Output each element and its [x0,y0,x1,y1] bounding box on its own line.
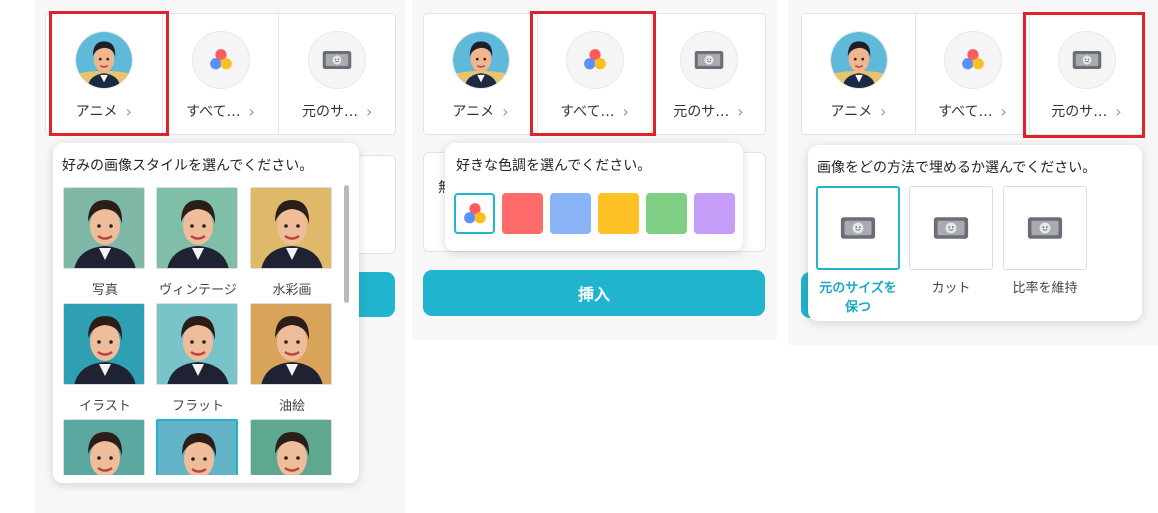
color-popup: 好きな色調を選んでください。 [445,143,743,251]
tab-anime-label: アニメ [452,104,495,120]
style-oil-painting[interactable]: 油絵 [250,303,334,414]
tab-original-size[interactable]: 元のサ… › [279,14,395,134]
color-palette-icon [943,31,1002,89]
photo-frame-icon [679,31,738,89]
tab-all-colors[interactable]: すべて… › [163,14,280,134]
anime-avatar-icon [74,31,133,89]
tab-anime[interactable]: アニメ › [46,14,163,134]
tab-all-colors[interactable]: すべて… › [916,14,1030,134]
anime-avatar-icon [829,31,888,89]
style-item-9[interactable] [250,419,334,475]
style-illustration[interactable]: イラスト [63,303,147,414]
insert-button[interactable]: 挿入 [423,270,765,316]
insert-button-label: 挿入 [577,285,610,304]
chevron-right-icon: › [365,101,373,121]
style-popup: 好みの画像スタイルを選んでください。 写真 ヴィンテージ 水彩画 イラスト フラ… [53,143,359,483]
fill-option-cut[interactable] [909,186,993,270]
tab-anime[interactable]: アニメ › [802,14,916,134]
style-flat-thumb [156,303,238,385]
style-vintage-label: ヴィンテージ [159,283,237,298]
tab-anime-label: アニメ [75,104,118,120]
tab-all-colors-label: すべて… [938,104,993,120]
chevron-right-icon: › [1115,101,1122,121]
tab-all-colors[interactable]: すべて… › [538,14,652,134]
color-swatch-all[interactable] [454,193,495,234]
style-photo[interactable]: 写真 [63,187,147,298]
style-watercolor-label: 水彩画 [272,283,312,298]
style-illustration-thumb [63,303,145,385]
tab-bar-3: アニメ › すべて… › 元のサ… › [801,13,1144,135]
style-item-9-thumb [250,419,332,475]
tab-anime-label: アニメ [830,104,873,120]
color-swatch-green[interactable] [646,193,687,234]
style-grid: 写真 ヴィンテージ 水彩画 イラスト フラット 油絵 [63,183,343,475]
style-item-8-thumb [156,419,238,475]
style-popup-scrollbar[interactable] [344,185,349,303]
tab-original-size[interactable]: 元のサ… › [1030,14,1143,134]
style-flat[interactable]: フラット [156,303,240,414]
anime-avatar-icon [451,31,510,89]
style-vintage[interactable]: ヴィンテージ [156,187,240,298]
fill-option-keep-ratio-label: 比率を維持 [1012,281,1078,296]
color-swatch-blue[interactable] [550,193,591,234]
color-swatch-red[interactable] [502,193,543,234]
chevron-right-icon: › [880,101,887,121]
style-watercolor[interactable]: 水彩画 [250,187,334,298]
tab-original-size-label: 元のサ… [673,104,730,120]
photo-frame-icon [308,31,367,89]
tab-original-size-label: 元のサ… [301,104,358,120]
color-popup-title: 好きな色調を選んでください。 [456,158,652,174]
chevron-right-icon: › [737,101,744,121]
style-photo-thumb [63,187,145,269]
fill-option-keep-original-label: 元のサイズを保つ [819,281,897,315]
chevron-right-icon: › [125,101,132,121]
tab-bar-2: アニメ › すべて… › 元のサ… › [423,13,766,135]
chevron-right-icon: › [502,101,509,121]
style-item-8[interactable] [156,419,240,475]
fill-option-keep-original[interactable] [816,186,900,270]
color-swatch-purple[interactable] [694,193,735,234]
chevron-right-icon: › [248,101,255,121]
style-illustration-label: イラスト [79,399,131,414]
tab-all-colors-label: すべて… [560,104,615,120]
fill-option-keep-ratio[interactable] [1003,186,1087,270]
style-vintage-thumb [156,187,238,269]
tab-original-size[interactable]: 元のサ… › [652,14,765,134]
style-flat-label: フラット [171,399,224,414]
tab-all-colors-label: すべて… [186,104,241,120]
tab-anime[interactable]: アニメ › [424,14,538,134]
tab-original-size-label: 元のサ… [1051,104,1108,120]
style-oil-painting-label: 油絵 [278,399,305,414]
photo-frame-icon [1027,214,1063,242]
style-item-7[interactable] [63,419,147,475]
color-palette-icon [191,31,250,89]
fill-option-cut-label: カット [931,281,971,296]
fill-mode-popup: 画像をどの方法で埋めるか選んでください。 元のサイズを保つ カット 比率を維持 [808,145,1142,321]
photo-frame-icon [840,214,876,242]
chevron-right-icon: › [1000,101,1007,121]
photo-frame-icon [933,214,969,242]
chevron-right-icon: › [622,101,629,121]
color-palette-icon [460,199,490,229]
style-photo-label: 写真 [91,283,118,298]
fill-mode-popup-title: 画像をどの方法で埋めるか選んでください。 [817,160,1097,176]
color-swatch-yellow[interactable] [598,193,639,234]
photo-frame-icon [1057,31,1116,89]
style-popup-title: 好みの画像スタイルを選んでください。 [62,158,314,174]
style-item-7-thumb [63,419,145,475]
tab-bar-1: アニメ › すべて… › 元のサ… › [45,13,396,135]
color-palette-icon [565,31,624,89]
style-oil-painting-thumb [250,303,332,385]
style-watercolor-thumb [250,187,332,269]
